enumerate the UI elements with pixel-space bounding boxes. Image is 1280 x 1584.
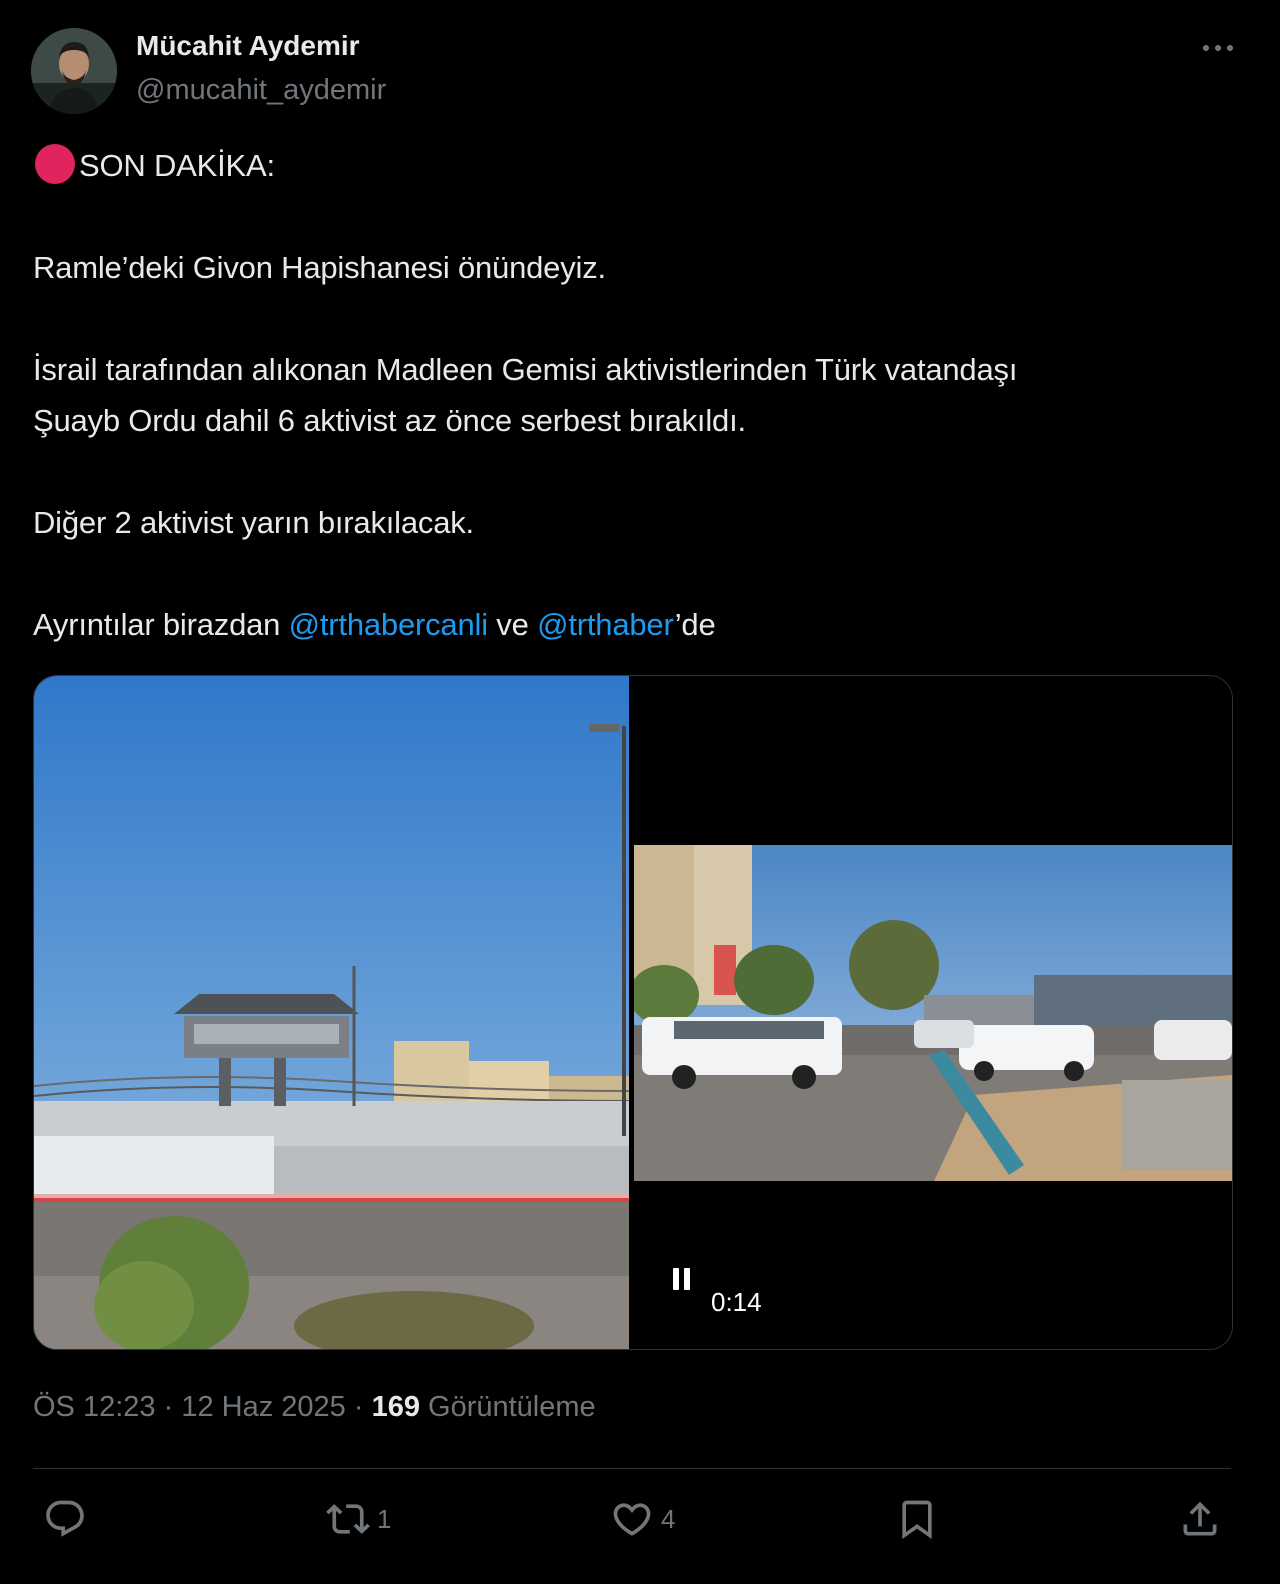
video-time: 0:14 [711,1287,762,1317]
reply-icon [46,1500,84,1537]
tweet-date: 12 Haz 2025 [181,1391,346,1423]
tweet-line-release-2: Şuayb Ordu dahil 6 aktivist az önce serb… [33,403,746,438]
avatar[interactable] [31,28,117,114]
tweet-line-remaining: Diğer 2 aktivist yarın bırakılacak. [33,505,474,540]
author-name[interactable]: Mücahit Aydemir [136,30,360,62]
prison-photo-image [34,676,630,1349]
pause-icon [673,1268,690,1290]
tweet-line-breaking: SON DAKİKA: [33,140,1248,191]
prison-photo[interactable] [34,676,630,1349]
media-grid: 0:14 [33,675,1233,1350]
share-button[interactable] [1177,1497,1223,1541]
bookmark-button[interactable] [894,1497,940,1541]
tweet-time: ÖS 12:23 [33,1391,156,1423]
more-dots-icon [1203,45,1233,51]
video-frame [629,845,1232,1181]
like-count: 4 [661,1503,676,1534]
tweet: Mücahit Aydemir @mucahit_aydemir SON DAK… [0,0,1280,1584]
pause-button[interactable] [667,1263,697,1297]
mention-trthaber[interactable]: @trthaber [537,607,675,642]
meta-separator: · [155,1391,182,1423]
tweet-line-details: Ayrıntılar birazdan @trthabercanli ve @t… [33,599,1248,650]
views-count: 169 [371,1391,420,1423]
mention-trthabercanli[interactable]: @trthabercanli [289,607,488,642]
tweet-line-release-1: İsrail tarafından alıkonan Madleen Gemis… [33,352,1018,387]
divider [33,1468,1231,1469]
details-suffix: ’de [674,607,716,642]
tweet-line-location: Ramle’deki Givon Hapishanesi önündeyiz. [33,250,606,285]
like-button[interactable]: 4 [609,1497,675,1541]
views-link[interactable]: 169 Görüntüleme [372,1391,596,1423]
retweet-button[interactable]: 1 [325,1497,391,1541]
reply-button[interactable] [42,1497,94,1541]
share-icon [1183,1501,1217,1536]
tweet-meta: ÖS 12:23 · 12 Haz 2025 · 169 Görüntüleme [33,1391,596,1424]
more-options-button[interactable] [1194,30,1242,66]
breaking-label: SON DAKİKA: [79,148,275,183]
red-circle-icon [33,142,77,186]
retweet-icon [326,1504,370,1534]
tweet-timestamp[interactable]: ÖS 12:23 · 12 Haz 2025 [33,1391,346,1423]
tweet-text: SON DAKİKA: Ramle’deki Givon Hapishanesi… [33,140,1248,650]
video-frame-image [629,845,1232,1181]
bookmark-icon [902,1500,932,1540]
heart-icon [613,1503,651,1536]
details-mid: ve [487,607,538,642]
views-label: Görüntüleme [419,1391,596,1423]
details-prefix: Ayrıntılar birazdan [33,607,289,642]
meta-separator: · [345,1391,372,1423]
avatar-image [31,28,117,114]
author-handle[interactable]: @mucahit_aydemir [136,74,386,107]
retweet-count: 1 [377,1503,392,1534]
video-player[interactable] [629,676,1232,1349]
